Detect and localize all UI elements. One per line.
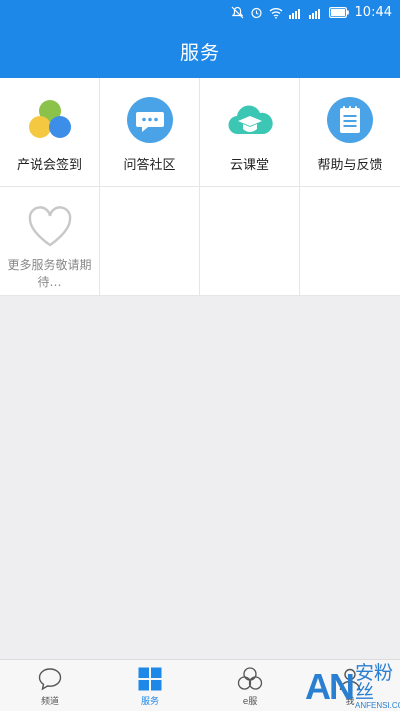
- empty-cell: [300, 187, 400, 296]
- heart-outline-icon: [28, 206, 71, 247]
- title-bar: 服务: [0, 25, 400, 78]
- more-services-label: 更多服务敬请期待…: [7, 258, 92, 289]
- signal-icon-2: [308, 8, 320, 19]
- watermark-logo: AN 安粉丝 ANFENSI.COM: [305, 662, 400, 711]
- service-label: 问答社区: [123, 158, 176, 173]
- watermark-en: ANFENSI.COM: [355, 700, 400, 710]
- chat-bubble-outline-icon: [38, 668, 62, 691]
- tab-e-service[interactable]: e服: [200, 660, 300, 711]
- tab-channel[interactable]: 频道: [0, 660, 100, 711]
- service-more: 更多服务敬请期待…: [0, 187, 100, 296]
- alarm-icon: [250, 7, 262, 19]
- service-label: 产说会签到: [16, 158, 82, 173]
- service-help-feedback[interactable]: 帮助与反馈: [300, 78, 400, 187]
- signal-icon: [288, 8, 300, 19]
- mute-icon: [231, 6, 243, 19]
- service-label: 云课堂: [229, 158, 269, 173]
- chat-bubble-icon: [126, 97, 173, 143]
- wifi-icon: [269, 7, 282, 19]
- battery-icon: [328, 7, 349, 18]
- tab-label: 服务: [140, 697, 159, 707]
- service-cloud-classroom[interactable]: 云课堂: [200, 78, 300, 187]
- service-qa-community[interactable]: 问答社区: [100, 78, 200, 187]
- triple-circle-outline-icon: [237, 667, 263, 690]
- grid-icon: [138, 667, 162, 691]
- tab-label: 频道: [40, 697, 59, 707]
- triple-circle-icon: [28, 100, 71, 138]
- service-label: 帮助与反馈: [317, 158, 383, 173]
- watermark-mark: AN: [305, 665, 355, 707]
- status-bar: 10:44: [0, 0, 400, 25]
- watermark-cn: 安粉丝: [355, 661, 394, 703]
- notepad-icon: [327, 97, 373, 143]
- page-title: 服务: [179, 42, 220, 64]
- empty-cell: [100, 187, 200, 296]
- empty-cell: [200, 187, 300, 296]
- tab-service[interactable]: 服务: [100, 660, 200, 711]
- service-checkin[interactable]: 产说会签到: [0, 78, 100, 187]
- service-grid: 产说会签到 问答社区 云课堂 帮助与反馈 更多服务敬请期待…: [0, 78, 400, 296]
- cloud-graduation-icon: [227, 105, 273, 135]
- tab-label: e服: [242, 697, 258, 707]
- status-time: 10:44: [354, 5, 392, 20]
